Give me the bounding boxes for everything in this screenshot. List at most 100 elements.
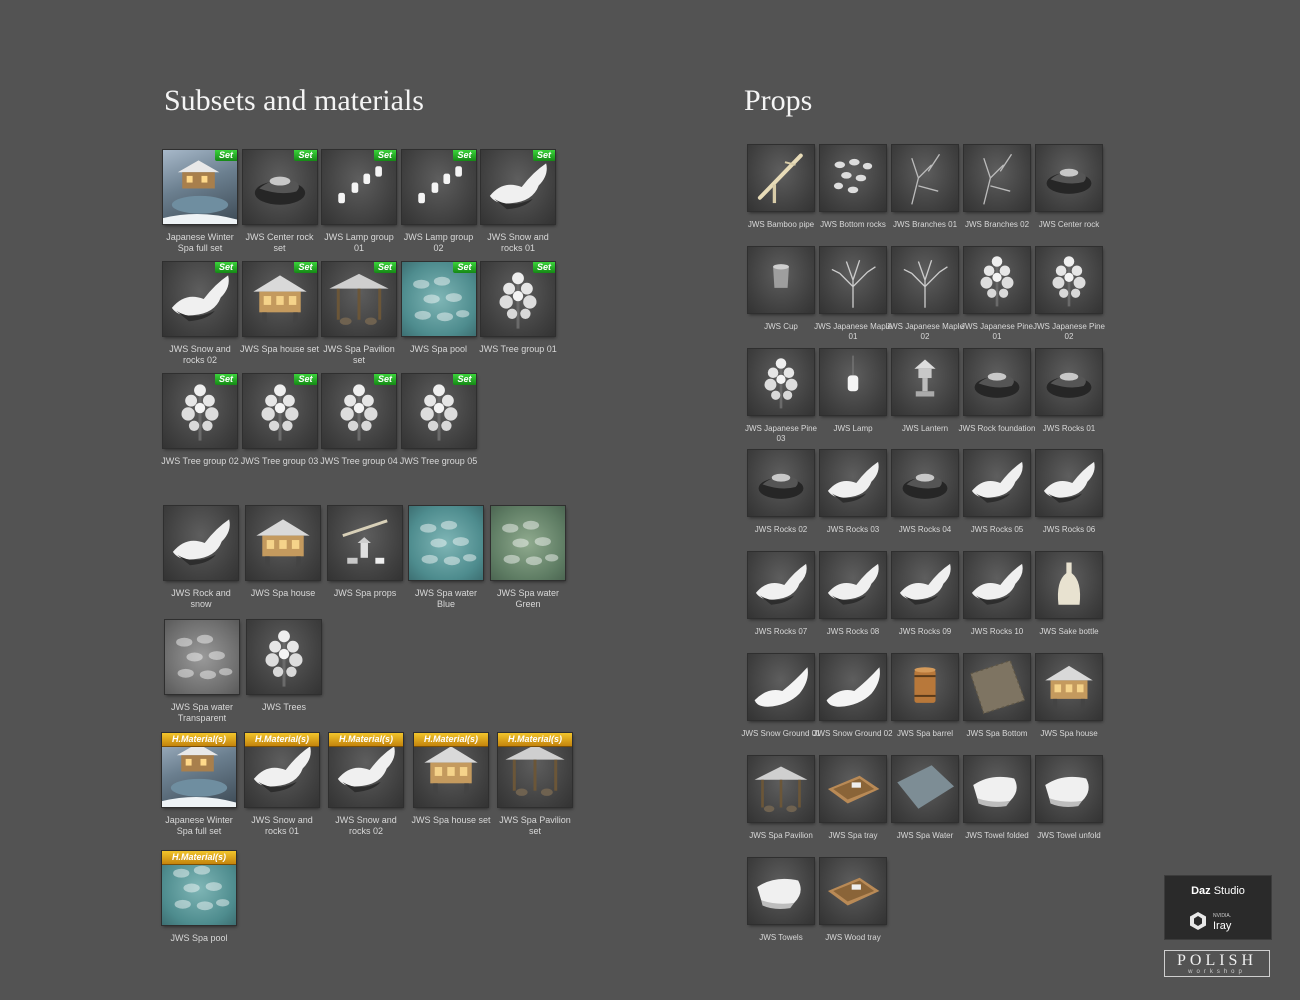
prop-item[interactable]: JWS Rock foundation: [957, 348, 1037, 434]
prop-item[interactable]: JWS Snow Ground 01: [741, 654, 821, 739]
prop-item[interactable]: JWS Spa Water: [885, 755, 965, 841]
item-thumbnail[interactable]: [1036, 348, 1102, 415]
set-item[interactable]: Set Japanese Winter Spa full set: [160, 150, 240, 254]
item-thumbnail[interactable]: [1036, 654, 1102, 720]
set-item[interactable]: Set JWS Tree group 05: [399, 374, 479, 467]
item-thumbnail[interactable]: [748, 145, 814, 211]
item-thumbnail[interactable]: [748, 552, 814, 619]
prop-item[interactable]: JWS Sake bottle: [1029, 552, 1109, 637]
set-item[interactable]: Set JWS Tree group 04: [319, 374, 399, 467]
item-thumbnail[interactable]: [892, 246, 958, 313]
item-thumbnail[interactable]: [165, 620, 239, 694]
prop-item[interactable]: JWS Towel folded: [957, 755, 1037, 841]
material-item[interactable]: H.Material(s) Japanese Winter Spa full se…: [159, 733, 239, 837]
subset-item[interactable]: JWS Spa water Green: [488, 506, 568, 610]
item-thumbnail[interactable]: [1036, 755, 1102, 822]
item-thumbnail[interactable]: [820, 755, 886, 822]
set-item[interactable]: Set JWS Tree group 01: [478, 262, 558, 355]
subset-item[interactable]: JWS Rock and snow: [161, 506, 241, 610]
item-thumbnail[interactable]: Set: [242, 150, 317, 224]
prop-item[interactable]: JWS Rocks 08: [813, 552, 893, 637]
set-item[interactable]: Set JWS Spa Pavilion set: [319, 262, 399, 366]
item-thumbnail[interactable]: H.Material(s): [498, 733, 572, 807]
prop-item[interactable]: JWS Spa Bottom: [957, 654, 1037, 739]
item-thumbnail[interactable]: Set: [401, 374, 476, 448]
item-thumbnail[interactable]: H.Material(s): [414, 733, 488, 807]
item-thumbnail[interactable]: Set: [322, 374, 396, 448]
prop-item[interactable]: JWS Cup: [741, 246, 821, 332]
prop-item[interactable]: JWS Spa Pavilion: [741, 755, 821, 841]
item-thumbnail[interactable]: [964, 450, 1030, 517]
item-thumbnail[interactable]: [964, 145, 1030, 211]
item-thumbnail[interactable]: [820, 246, 886, 313]
prop-item[interactable]: JWS Wood tray: [813, 857, 893, 943]
item-thumbnail[interactable]: [748, 857, 814, 924]
prop-item[interactable]: JWS Bamboo pipe: [741, 145, 821, 230]
item-thumbnail[interactable]: Set: [401, 262, 476, 336]
prop-item[interactable]: JWS Spa barrel: [885, 654, 965, 739]
prop-item[interactable]: JWS Spa tray: [813, 755, 893, 841]
item-thumbnail[interactable]: [328, 506, 402, 580]
prop-item[interactable]: JWS Lantern: [885, 348, 965, 434]
material-item[interactable]: H.Material(s) JWS Snow and rocks 02: [326, 733, 406, 837]
subset-item[interactable]: JWS Spa water Blue: [406, 506, 486, 610]
item-thumbnail[interactable]: [820, 145, 886, 211]
set-item[interactable]: Set JWS Lamp group 01: [319, 150, 399, 254]
item-thumbnail[interactable]: H.Material(s): [162, 733, 236, 807]
item-thumbnail[interactable]: [892, 145, 958, 211]
item-thumbnail[interactable]: [892, 654, 958, 720]
prop-item[interactable]: JWS Lamp: [813, 348, 893, 434]
item-thumbnail[interactable]: [246, 506, 320, 580]
item-thumbnail[interactable]: H.Material(s): [245, 733, 319, 807]
item-thumbnail[interactable]: Set: [163, 262, 237, 336]
subset-item[interactable]: JWS Spa house: [243, 506, 323, 599]
prop-item[interactable]: JWS Rocks 10: [957, 552, 1037, 637]
item-thumbnail[interactable]: Set: [401, 150, 476, 224]
item-thumbnail[interactable]: [491, 506, 565, 580]
item-thumbnail[interactable]: [964, 552, 1030, 619]
set-item[interactable]: Set JWS Spa house set: [240, 262, 320, 355]
prop-item[interactable]: JWS Center rock: [1029, 145, 1109, 230]
item-thumbnail[interactable]: H.Material(s): [162, 851, 236, 925]
item-thumbnail[interactable]: H.Material(s): [329, 733, 403, 807]
set-item[interactable]: Set JWS Center rock set: [240, 150, 320, 254]
item-thumbnail[interactable]: Set: [481, 262, 555, 336]
item-thumbnail[interactable]: [964, 246, 1030, 313]
item-thumbnail[interactable]: [820, 348, 886, 415]
set-item[interactable]: Set JWS Lamp group 02: [399, 150, 479, 254]
item-thumbnail[interactable]: [748, 755, 814, 822]
item-thumbnail[interactable]: [748, 654, 814, 720]
set-item[interactable]: Set JWS Tree group 02: [160, 374, 240, 467]
item-thumbnail[interactable]: Set: [163, 374, 237, 448]
item-thumbnail[interactable]: [820, 552, 886, 619]
material-item[interactable]: H.Material(s) JWS Spa house set: [411, 733, 491, 826]
prop-item[interactable]: JWS Towel unfold: [1029, 755, 1109, 841]
prop-item[interactable]: JWS Japanese Maple 02: [885, 246, 965, 342]
item-thumbnail[interactable]: Set: [242, 374, 317, 448]
prop-item[interactable]: JWS Towels: [741, 857, 821, 943]
material-item[interactable]: H.Material(s) JWS Snow and rocks 01: [242, 733, 322, 837]
item-thumbnail[interactable]: Set: [242, 262, 317, 336]
prop-item[interactable]: JWS Branches 02: [957, 145, 1037, 230]
item-thumbnail[interactable]: [409, 506, 483, 580]
prop-item[interactable]: JWS Japanese Pine 01: [957, 246, 1037, 342]
prop-item[interactable]: JWS Bottom rocks: [813, 145, 893, 230]
prop-item[interactable]: JWS Rocks 03: [813, 450, 893, 535]
prop-item[interactable]: JWS Rocks 02: [741, 450, 821, 535]
item-thumbnail[interactable]: [748, 450, 814, 517]
prop-item[interactable]: JWS Japanese Maple 01: [813, 246, 893, 342]
item-thumbnail[interactable]: [1036, 450, 1102, 517]
prop-item[interactable]: JWS Rocks 04: [885, 450, 965, 535]
prop-item[interactable]: JWS Spa house: [1029, 654, 1109, 739]
set-item[interactable]: Set JWS Snow and rocks 01: [478, 150, 558, 254]
item-thumbnail[interactable]: Set: [481, 150, 555, 224]
prop-item[interactable]: JWS Rocks 01: [1029, 348, 1109, 434]
prop-item[interactable]: JWS Rocks 06: [1029, 450, 1109, 535]
prop-item[interactable]: JWS Rocks 07: [741, 552, 821, 637]
prop-item[interactable]: JWS Japanese Pine 02: [1029, 246, 1109, 342]
item-thumbnail[interactable]: [164, 506, 238, 580]
item-thumbnail[interactable]: [892, 755, 958, 822]
item-thumbnail[interactable]: Set: [322, 150, 396, 224]
item-thumbnail[interactable]: [820, 654, 886, 720]
item-thumbnail[interactable]: Set: [163, 150, 237, 224]
